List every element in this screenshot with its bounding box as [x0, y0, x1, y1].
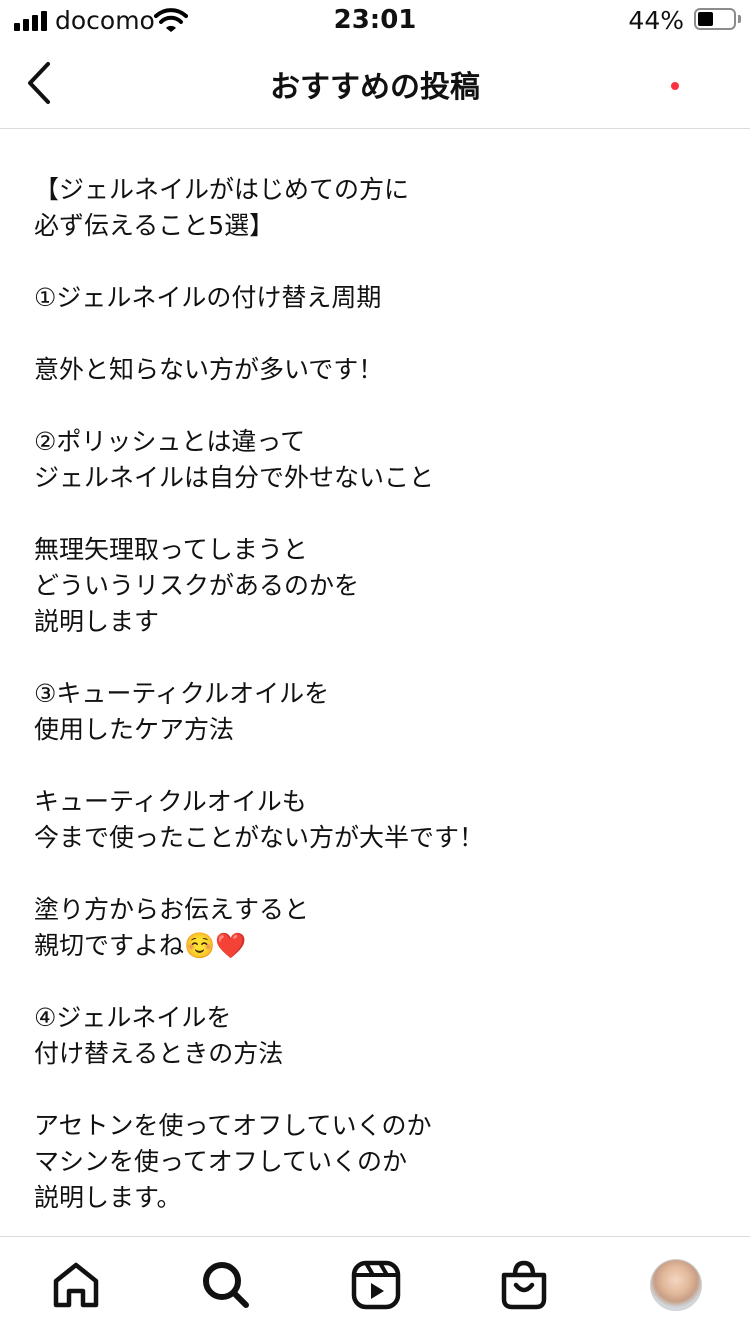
home-icon[interactable] [50, 1259, 102, 1311]
post-content: 【ジェルネイルがはじめての方に 必ず伝えること5選】 ①ジェルネイルの付け替え周… [34, 172, 720, 1216]
battery-icon [694, 8, 736, 30]
battery-percentage: 44% [628, 6, 684, 35]
header: おすすめの投稿 [0, 42, 750, 129]
status-bar: docomo 23:01 44% [0, 0, 750, 42]
reels-icon[interactable] [350, 1259, 402, 1311]
battery-cap [738, 15, 741, 23]
notification-dot [671, 82, 679, 90]
search-icon[interactable] [200, 1259, 252, 1311]
profile-avatar[interactable] [650, 1259, 702, 1311]
bottom-nav [0, 1236, 750, 1334]
screen: docomo 23:01 44% おすすめの投稿 【ジェルネイルがはじめての方に… [0, 0, 750, 1334]
post-caption: 【ジェルネイルがはじめての方に 必ず伝えること5選】 ①ジェルネイルの付け替え周… [34, 175, 485, 1212]
shop-icon[interactable] [498, 1259, 550, 1311]
page-title: おすすめの投稿 [270, 70, 480, 105]
